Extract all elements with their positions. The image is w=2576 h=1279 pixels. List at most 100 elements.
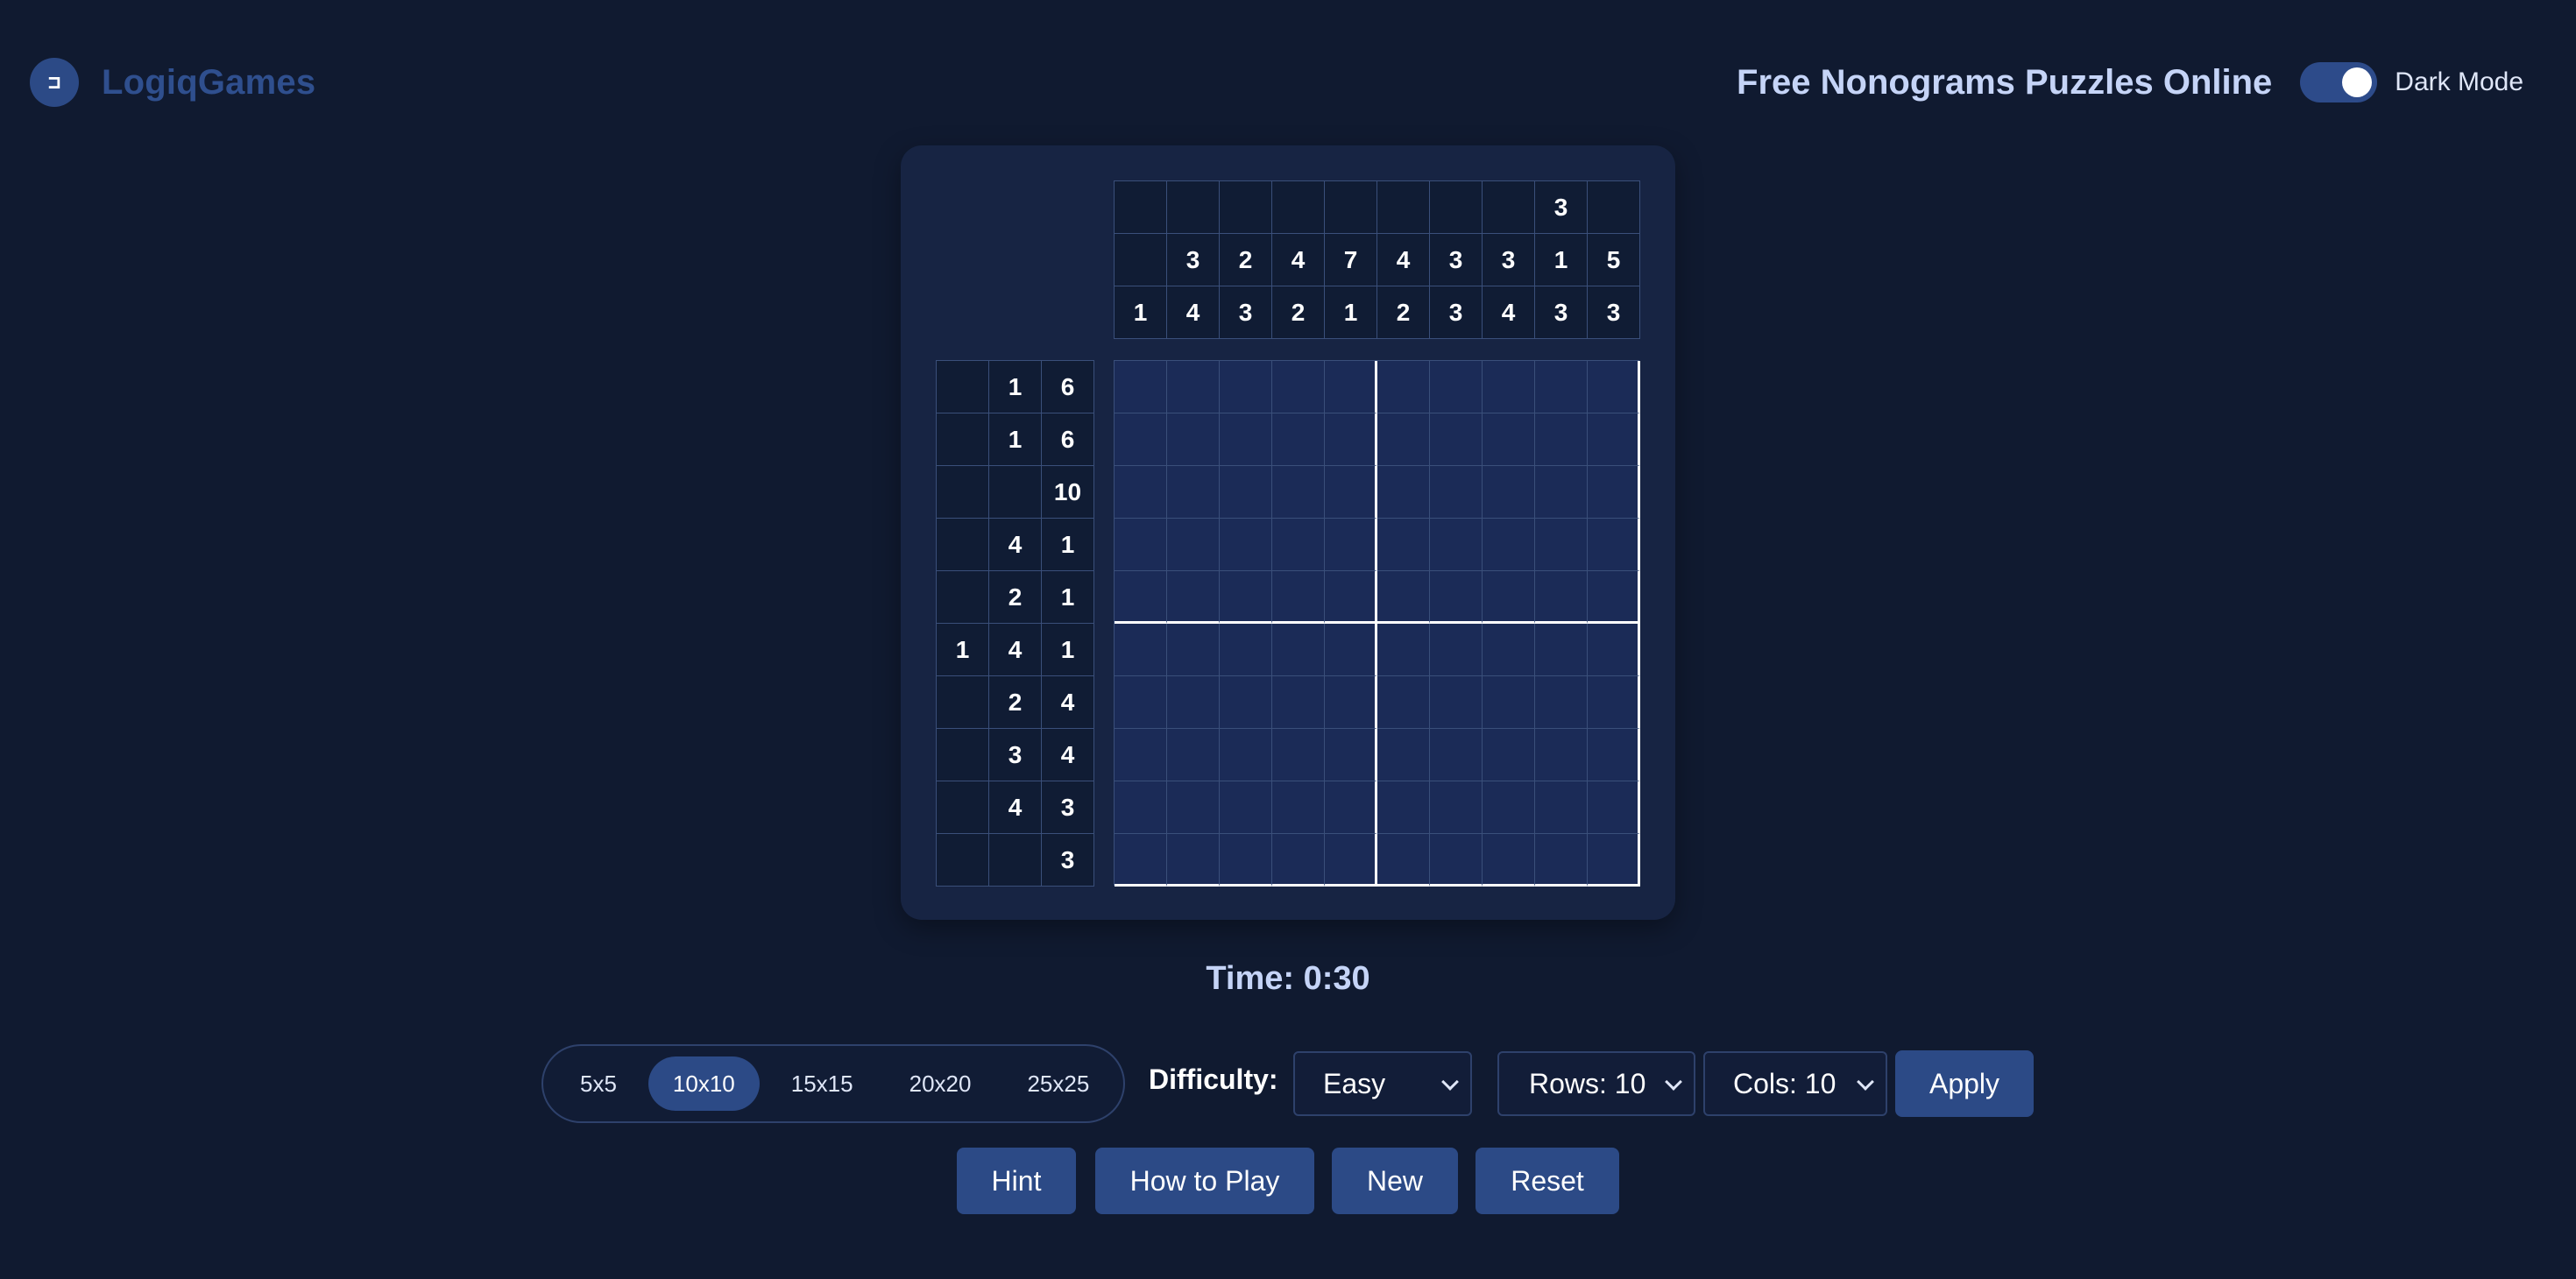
grid-cell[interactable] bbox=[1535, 361, 1588, 413]
grid-cell[interactable] bbox=[1535, 519, 1588, 571]
grid-cell[interactable] bbox=[1483, 781, 1535, 834]
grid-cell[interactable] bbox=[1430, 571, 1483, 624]
grid-cell[interactable] bbox=[1430, 466, 1483, 519]
grid-cell[interactable] bbox=[1167, 781, 1220, 834]
grid-cell[interactable] bbox=[1535, 676, 1588, 729]
grid-cell[interactable] bbox=[1272, 624, 1325, 676]
grid-cell[interactable] bbox=[1535, 781, 1588, 834]
grid-cell[interactable] bbox=[1167, 466, 1220, 519]
grid-cell[interactable] bbox=[1115, 519, 1167, 571]
grid-cell[interactable] bbox=[1483, 571, 1535, 624]
grid-cell[interactable] bbox=[1220, 781, 1272, 834]
grid-cell[interactable] bbox=[1325, 466, 1377, 519]
grid-cell[interactable] bbox=[1167, 571, 1220, 624]
grid-cell[interactable] bbox=[1220, 676, 1272, 729]
grid-cell[interactable] bbox=[1483, 676, 1535, 729]
grid-cell[interactable] bbox=[1115, 676, 1167, 729]
grid-cell[interactable] bbox=[1167, 834, 1220, 887]
grid-cell[interactable] bbox=[1430, 519, 1483, 571]
grid-cell[interactable] bbox=[1588, 519, 1640, 571]
grid-cell[interactable] bbox=[1220, 834, 1272, 887]
grid-cell[interactable] bbox=[1325, 624, 1377, 676]
grid-cell[interactable] bbox=[1220, 413, 1272, 466]
grid-cell[interactable] bbox=[1115, 781, 1167, 834]
grid-cell[interactable] bbox=[1220, 466, 1272, 519]
grid-cell[interactable] bbox=[1377, 413, 1430, 466]
apply-button[interactable]: Apply bbox=[1895, 1050, 2034, 1117]
grid-cell[interactable] bbox=[1535, 466, 1588, 519]
grid-cell[interactable] bbox=[1167, 729, 1220, 781]
grid-cell[interactable] bbox=[1535, 571, 1588, 624]
grid-cell[interactable] bbox=[1483, 624, 1535, 676]
grid-cell[interactable] bbox=[1377, 781, 1430, 834]
grid-cell[interactable] bbox=[1167, 624, 1220, 676]
grid-cell[interactable] bbox=[1483, 729, 1535, 781]
grid-cell[interactable] bbox=[1588, 729, 1640, 781]
grid-cell[interactable] bbox=[1272, 413, 1325, 466]
size-option-15x15[interactable]: 15x15 bbox=[767, 1056, 878, 1111]
grid-cell[interactable] bbox=[1588, 781, 1640, 834]
grid-cell[interactable] bbox=[1272, 834, 1325, 887]
reset-button[interactable]: Reset bbox=[1476, 1148, 1619, 1214]
grid-cell[interactable] bbox=[1220, 519, 1272, 571]
grid-cell[interactable] bbox=[1272, 571, 1325, 624]
grid-cell[interactable] bbox=[1220, 729, 1272, 781]
grid-cell[interactable] bbox=[1588, 413, 1640, 466]
brand-name[interactable]: LogiqGames bbox=[102, 63, 315, 102]
grid-cell[interactable] bbox=[1535, 729, 1588, 781]
grid-cell[interactable] bbox=[1325, 413, 1377, 466]
grid-cell[interactable] bbox=[1115, 413, 1167, 466]
grid-cell[interactable] bbox=[1377, 361, 1430, 413]
grid-cell[interactable] bbox=[1588, 676, 1640, 729]
grid-cell[interactable] bbox=[1272, 466, 1325, 519]
grid-cell[interactable] bbox=[1325, 729, 1377, 781]
grid-cell[interactable] bbox=[1272, 729, 1325, 781]
grid-cell[interactable] bbox=[1588, 624, 1640, 676]
difficulty-select[interactable]: Easy bbox=[1293, 1051, 1472, 1116]
grid-cell[interactable] bbox=[1588, 834, 1640, 887]
hint-button[interactable]: Hint bbox=[957, 1148, 1076, 1214]
grid-cell[interactable] bbox=[1325, 361, 1377, 413]
grid-cell[interactable] bbox=[1272, 676, 1325, 729]
grid-cell[interactable] bbox=[1377, 466, 1430, 519]
grid-cell[interactable] bbox=[1430, 781, 1483, 834]
size-option-5x5[interactable]: 5x5 bbox=[556, 1056, 641, 1111]
grid-cell[interactable] bbox=[1115, 571, 1167, 624]
grid-cell[interactable] bbox=[1325, 571, 1377, 624]
grid-cell[interactable] bbox=[1483, 834, 1535, 887]
grid-cell[interactable] bbox=[1167, 676, 1220, 729]
rows-select[interactable]: Rows: 10 bbox=[1497, 1051, 1695, 1116]
grid-cell[interactable] bbox=[1115, 834, 1167, 887]
grid-cell[interactable] bbox=[1483, 413, 1535, 466]
cols-select[interactable]: Cols: 10 bbox=[1703, 1051, 1887, 1116]
grid-cell[interactable] bbox=[1220, 571, 1272, 624]
grid-cell[interactable] bbox=[1430, 624, 1483, 676]
new-button[interactable]: New bbox=[1332, 1148, 1458, 1214]
grid-cell[interactable] bbox=[1483, 361, 1535, 413]
brand[interactable]: ⊐ LogiqGames bbox=[30, 58, 315, 107]
grid-cell[interactable] bbox=[1377, 729, 1430, 781]
grid-cell[interactable] bbox=[1535, 834, 1588, 887]
dark-mode-toggle[interactable] bbox=[2300, 62, 2378, 102]
grid-cell[interactable] bbox=[1220, 361, 1272, 413]
grid-cell[interactable] bbox=[1377, 834, 1430, 887]
grid-cell[interactable] bbox=[1115, 466, 1167, 519]
grid-cell[interactable] bbox=[1115, 361, 1167, 413]
grid-cell[interactable] bbox=[1167, 519, 1220, 571]
grid-cell[interactable] bbox=[1377, 519, 1430, 571]
grid-cell[interactable] bbox=[1325, 676, 1377, 729]
grid-cell[interactable] bbox=[1115, 624, 1167, 676]
grid-cell[interactable] bbox=[1115, 729, 1167, 781]
grid-cell[interactable] bbox=[1430, 729, 1483, 781]
grid-cell[interactable] bbox=[1272, 361, 1325, 413]
grid-cell[interactable] bbox=[1377, 676, 1430, 729]
grid-cell[interactable] bbox=[1430, 676, 1483, 729]
grid-cell[interactable] bbox=[1483, 519, 1535, 571]
grid-cell[interactable] bbox=[1430, 413, 1483, 466]
grid-cell[interactable] bbox=[1588, 361, 1640, 413]
grid-cell[interactable] bbox=[1588, 466, 1640, 519]
size-option-10x10[interactable]: 10x10 bbox=[648, 1056, 760, 1111]
grid-cell[interactable] bbox=[1535, 413, 1588, 466]
grid-cell[interactable] bbox=[1535, 624, 1588, 676]
grid-cell[interactable] bbox=[1325, 834, 1377, 887]
